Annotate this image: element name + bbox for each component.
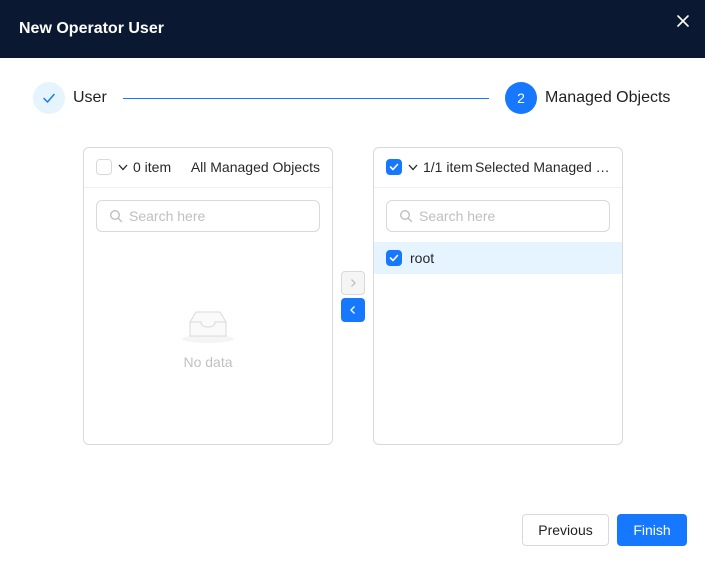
source-select-all-checkbox[interactable] (96, 159, 112, 175)
empty-text: No data (183, 354, 233, 370)
close-icon[interactable] (675, 13, 691, 29)
target-search-input[interactable] (419, 208, 599, 224)
new-operator-user-modal: New Operator User User 2 Managed Objects… (0, 0, 705, 564)
empty-inbox-icon (182, 311, 234, 343)
step-number: 2 (517, 90, 525, 106)
source-count: 0 item (133, 159, 172, 175)
list-item[interactable]: root (374, 242, 622, 274)
chevron-down-icon[interactable] (407, 161, 419, 173)
step-managed-objects-indicator: 2 (505, 82, 537, 114)
search-icon (109, 209, 123, 223)
source-search-input[interactable] (129, 208, 309, 224)
finish-button[interactable]: Finish (617, 514, 687, 546)
step-user-label: User (73, 89, 107, 106)
previous-button[interactable]: Previous (522, 514, 609, 546)
check-icon (389, 163, 399, 171)
source-title: All Managed Objects (190, 159, 320, 175)
modal-header: New Operator User (0, 0, 705, 58)
target-search-box[interactable] (386, 200, 610, 232)
target-list-panel: 1/1 item Selected Managed Objects root (373, 147, 623, 445)
item-label: root (410, 250, 435, 266)
step-connector (123, 98, 489, 99)
steps: User 2 Managed Objects (33, 82, 678, 114)
move-to-right-button[interactable] (341, 271, 365, 295)
item-checkbox[interactable] (386, 250, 402, 266)
target-list-header: 1/1 item Selected Managed Objects (374, 148, 622, 188)
source-list-panel: 0 item All Managed Objects No data (83, 147, 333, 445)
step-managed-objects-label: Managed Objects (545, 89, 671, 106)
target-select-all-checkbox[interactable] (386, 159, 402, 175)
chevron-right-icon (351, 279, 356, 287)
step-user-indicator (33, 82, 65, 114)
source-search-box[interactable] (96, 200, 320, 232)
chevron-down-icon[interactable] (117, 161, 129, 173)
move-to-left-button[interactable] (341, 298, 365, 322)
check-icon (43, 93, 55, 103)
search-icon (399, 209, 413, 223)
modal-title: New Operator User (19, 20, 164, 37)
empty-state: No data (84, 308, 332, 370)
source-list-header: 0 item All Managed Objects (84, 148, 332, 188)
check-icon (389, 254, 399, 262)
chevron-left-icon (350, 306, 355, 314)
target-title: Selected Managed Objects (475, 159, 615, 175)
target-count: 1/1 item (423, 159, 473, 175)
